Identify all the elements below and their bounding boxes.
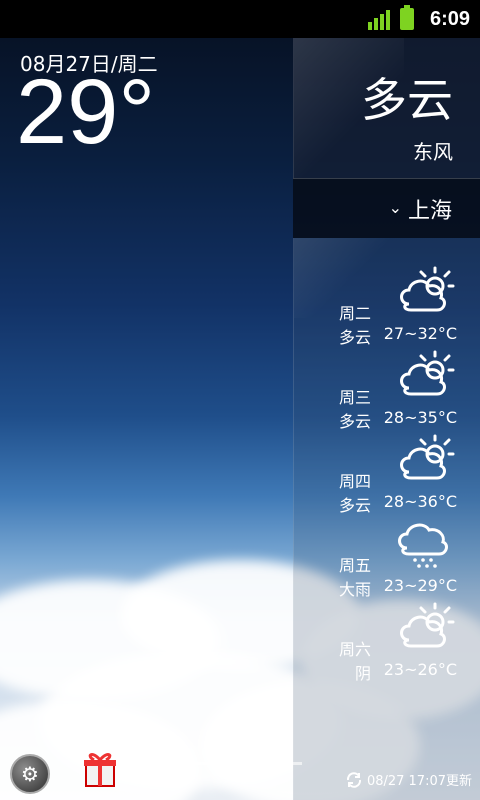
forecast-day: 周四 多云 28~36°C <box>294 434 480 518</box>
status-time: 6:09 <box>429 7 470 30</box>
page-indicator <box>176 762 302 765</box>
current-condition: 多云 <box>361 73 453 127</box>
wind-direction: 东风 <box>413 140 453 164</box>
refresh-icon <box>346 771 361 788</box>
forecast-condition: 多云 <box>338 412 371 431</box>
forecast-day: 周五 大雨 23~29°C <box>294 518 480 602</box>
forecast-temp-range: 23~29°C <box>383 576 457 595</box>
bottom-bar: ⚙ 08/27 17:07更新 <box>0 740 480 800</box>
forecast-weekday: 周四 <box>338 472 371 491</box>
partly-cloudy-icon <box>400 350 455 396</box>
page-dot-active <box>220 762 258 765</box>
forecast-day: 周三 多云 28~35°C <box>294 350 480 434</box>
weather-panel: 多云 东风 ⌄ 上海 周二 多云 27~32°C 周三 多云 28~35°C 周… <box>293 38 480 800</box>
forecast-condition: 多云 <box>338 328 371 347</box>
forecast-list: 周二 多云 27~32°C 周三 多云 28~35°C 周四 多云 28~36°… <box>293 238 480 800</box>
city-selector[interactable]: ⌄ 上海 <box>293 178 480 238</box>
update-time: 08/27 17:07更新 <box>366 774 472 789</box>
forecast-day: 周二 多云 27~32°C <box>294 266 480 350</box>
page-dot <box>264 762 302 765</box>
forecast-temp-range: 28~36°C <box>383 492 457 511</box>
forecast-condition: 阴 <box>354 664 371 683</box>
forecast-weekday: 周五 <box>338 556 371 575</box>
partly-cloudy-icon <box>400 602 455 648</box>
city-name: 上海 <box>407 198 452 224</box>
forecast-condition: 大雨 <box>338 580 371 599</box>
chevron-down-icon: ⌄ <box>388 198 402 217</box>
forecast-weekday: 周二 <box>338 304 371 323</box>
gift-icon[interactable] <box>84 748 116 788</box>
page-dot <box>176 762 214 765</box>
status-bar: 6:09 <box>0 0 480 38</box>
battery-icon <box>399 5 414 30</box>
signal-icon <box>367 8 390 30</box>
partly-cloudy-icon <box>400 434 455 480</box>
forecast-temp-range: 23~26°C <box>383 660 457 679</box>
settings-button[interactable]: ⚙ <box>10 754 50 794</box>
forecast-weekday: 周三 <box>338 388 371 407</box>
heavy-rain-icon <box>398 523 448 568</box>
forecast-day: 周六 阴 23~26°C <box>294 602 480 686</box>
current-temperature: 29° <box>16 61 156 163</box>
forecast-condition: 多云 <box>338 496 371 515</box>
forecast-weekday: 周六 <box>338 640 371 659</box>
forecast-temp-range: 27~32°C <box>383 324 457 343</box>
partly-cloudy-icon <box>400 266 455 312</box>
refresh-button[interactable]: 08/27 17:07更新 <box>345 770 472 789</box>
gear-icon: ⚙ <box>21 762 39 786</box>
current-conditions-panel: 多云 东风 <box>293 38 480 178</box>
forecast-temp-range: 28~35°C <box>383 408 457 427</box>
